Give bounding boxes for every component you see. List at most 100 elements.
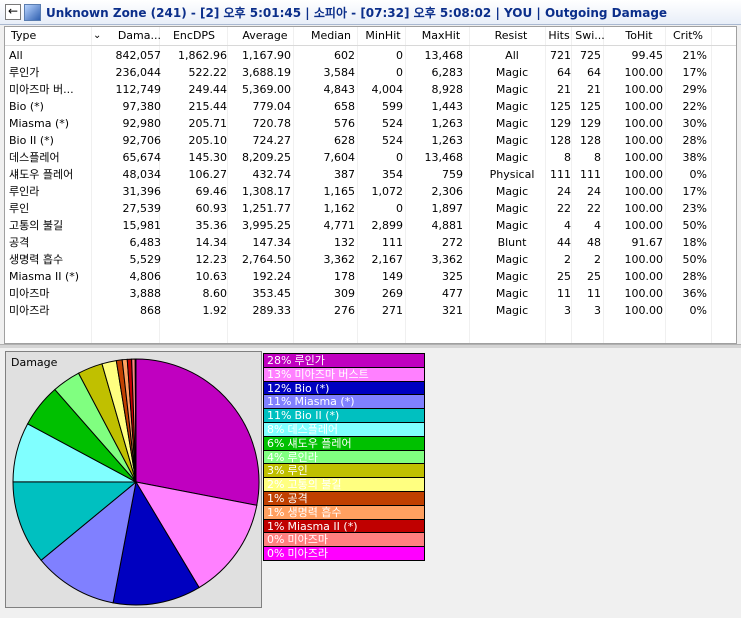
table-row[interactable]: 데스플레어 65,674 145.30 8,209.25 7,604 0 13,468 Mag… — [5, 149, 736, 166]
column-header[interactable]: MinHit — [363, 27, 403, 45]
table-cell: 1,251.77 — [242, 202, 291, 215]
table-cell: 생명력 흡수 — [9, 253, 64, 266]
table-cell: 111 — [580, 168, 601, 181]
column-header[interactable]: Hits — [545, 27, 573, 45]
table-cell: 477 — [442, 287, 463, 300]
table-cell: 658 — [334, 100, 355, 113]
table-cell: 97,380 — [122, 100, 162, 113]
table-cell: 2 — [594, 253, 601, 266]
table-cell: 4,004 — [371, 83, 404, 96]
app-icon — [24, 4, 41, 21]
legend-item: 3% 루인 — [263, 463, 425, 479]
table-cell: 100.00 — [624, 185, 664, 198]
column-header[interactable]: Average — [241, 27, 289, 45]
legend-label: 루인가 — [294, 354, 325, 367]
table-row[interactable]: 공격 6,483 14.34 147.34 132 111 272 Blunt 44 48 91.6… — [5, 234, 736, 251]
table-row[interactable]: Bio (*) 97,380 215.44 779.04 658 599 1,443 Magi… — [5, 98, 736, 115]
table-cell: 31,396 — [122, 185, 162, 198]
table-cell: 215.44 — [188, 100, 228, 113]
column-header[interactable]: ToHit — [619, 27, 659, 45]
table-row[interactable]: Bio II (*) 92,706 205.10 724.27 628 524 1,263 M… — [5, 132, 736, 149]
table-cell: 111 — [382, 236, 403, 249]
table-cell: 50% — [682, 253, 707, 266]
table-row[interactable]: 루인 27,539 60.93 1,251.77 1,162 0 1,897 Magic 22 2… — [5, 200, 736, 217]
damage-table[interactable]: Type Dama... EncDPS Average Median MinHit MaxH… — [4, 26, 737, 344]
table-cell: 8 — [564, 151, 571, 164]
table-cell: 2,764.50 — [242, 253, 291, 266]
table-cell: 4,771 — [323, 219, 356, 232]
table-cell: 21% — [682, 49, 707, 62]
table-cell: 1,443 — [431, 100, 464, 113]
column-header[interactable]: Crit% — [671, 27, 705, 45]
table-cell: 100.00 — [624, 83, 664, 96]
column-header[interactable]: MaxHit — [419, 27, 463, 45]
table-row[interactable]: All 842,057 1,862.96 1,167.90 602 0 13,468 All 7… — [5, 47, 736, 64]
table-cell: 8,928 — [431, 83, 464, 96]
pie-slice — [135, 358, 260, 506]
table-row[interactable]: 루인라 31,396 69.46 1,308.17 1,165 1,072 2,306 Mag… — [5, 183, 736, 200]
table-cell: Magic — [495, 151, 529, 164]
column-header[interactable]: Type — [11, 27, 71, 45]
table-cell: 128 — [550, 134, 571, 147]
table-cell: 11 — [557, 287, 571, 300]
table-row[interactable]: 섀도우 플레어 48,034 106.27 432.74 387 354 759 Physic… — [5, 166, 736, 183]
table-cell: 92,706 — [122, 134, 162, 147]
table-cell: 5,369.00 — [242, 83, 291, 96]
table-cell: 100.00 — [624, 100, 664, 113]
table-cell: 178 — [334, 270, 355, 283]
table-cell: Magic — [495, 83, 529, 96]
legend-item: 1% 생명력 흡수 — [263, 504, 425, 520]
legend-label: 루인 — [287, 464, 308, 478]
table-cell: 387 — [334, 168, 355, 181]
column-header[interactable]: EncDPS — [171, 27, 217, 45]
table-cell: Blunt — [497, 236, 527, 249]
table-row[interactable]: 미아즈라 868 1.92 289.33 276 271 321 Magic 3 3 100.00 0… — [5, 302, 736, 319]
table-cell: 8,209.25 — [242, 151, 291, 164]
table-cell: 100.00 — [624, 66, 664, 79]
table-cell: 50% — [682, 219, 707, 232]
table-cell: 7,604 — [323, 151, 356, 164]
table-cell: 11 — [587, 287, 601, 300]
legend-label: 미아즈마 버스트 — [294, 367, 369, 381]
table-cell: 276 — [334, 304, 355, 317]
table-cell: 10.63 — [195, 270, 228, 283]
table-cell: 353.45 — [252, 287, 292, 300]
table-cell: 100.00 — [624, 117, 664, 130]
table-cell: 28% — [682, 134, 707, 147]
table-cell: 289.33 — [252, 304, 292, 317]
table-row[interactable]: 생명력 흡수 5,529 12.23 2,764.50 3,362 2,167 3,362 M… — [5, 251, 736, 268]
table-cell: 3,362 — [323, 253, 356, 266]
legend-pct: 0% — [267, 533, 285, 547]
column-header[interactable]: Swi... — [575, 27, 605, 45]
table-cell: 0 — [396, 202, 403, 215]
table-row[interactable]: 루인가 236,044 522.22 3,688.19 3,584 0 6,283 Magic… — [5, 64, 736, 81]
table-cell: Physical — [489, 168, 535, 181]
splitter[interactable] — [0, 344, 741, 348]
column-header[interactable]: Median — [309, 27, 353, 45]
table-cell: 13,468 — [424, 151, 464, 164]
table-row[interactable]: Miasma (*) 92,980 205.71 720.78 576 524 1,263 M… — [5, 115, 736, 132]
table-cell: 14.34 — [195, 236, 228, 249]
table-cell: 1,165 — [323, 185, 356, 198]
column-header[interactable]: Dama... — [107, 27, 161, 45]
table-cell: 8 — [594, 151, 601, 164]
table-cell: 38% — [682, 151, 707, 164]
legend-pct: 8% — [267, 423, 285, 436]
legend-label: 섀도우 플레어 — [287, 436, 352, 450]
table-cell: 5,529 — [129, 253, 162, 266]
table-cell: 1,308.17 — [242, 185, 291, 198]
legend-label: Miasma (*) — [294, 395, 355, 409]
legend-item: 13% 미아즈마 버스트 — [263, 366, 425, 382]
back-arrow-icon[interactable]: ← — [5, 4, 21, 20]
table-cell: 129 — [580, 117, 601, 130]
table-cell: 2,167 — [371, 253, 404, 266]
table-row[interactable]: 고통의 불길 15,981 35.36 3,995.25 4,771 2,899 4,881… — [5, 217, 736, 234]
table-row[interactable]: Miasma II (*) 4,806 10.63 192.24 178 149 325 Ma… — [5, 268, 736, 285]
table-cell: 3 — [564, 304, 571, 317]
table-cell: 522.22 — [188, 66, 228, 79]
table-cell: Magic — [495, 219, 529, 232]
table-row[interactable]: 미아즈마 버... 112,749 249.44 5,369.00 4,843 4,004… — [5, 81, 736, 98]
column-header[interactable]: Resist — [483, 27, 539, 45]
table-row[interactable]: 미아즈마 3,888 8.60 353.45 309 269 477 Magic 11 11 100… — [5, 285, 736, 302]
legend-pct: 11% — [267, 409, 292, 423]
